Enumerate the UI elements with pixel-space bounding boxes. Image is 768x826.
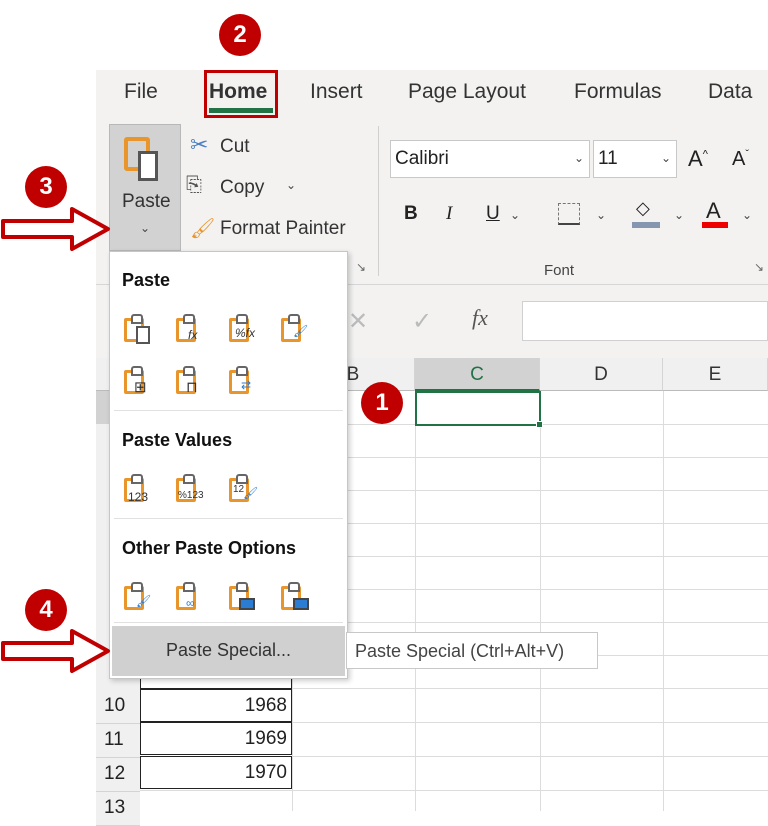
font-size-value: 11 [598, 148, 618, 169]
tab-file[interactable]: File [124, 80, 158, 104]
chevron-down-icon: ⌄ [140, 221, 151, 235]
fill-chevron-icon[interactable]: ⌄ [674, 208, 684, 222]
arrow-icon [1, 629, 110, 673]
cancel-icon[interactable]: ✕ [348, 307, 368, 336]
keep-source-formatting-icon[interactable]: 🖌 [279, 314, 311, 346]
column-header-e[interactable]: E [663, 358, 768, 391]
paste-dropdown-menu: Paste fx %fx 🖌 ⊞ ⊓ ⇄ Paste Values 123 %1… [109, 251, 348, 679]
chevron-down-icon: ⌄ [660, 151, 671, 165]
fill-color-button[interactable]: ◇ [636, 198, 650, 219]
font-name-value: Calibri [395, 148, 449, 169]
paste-button[interactable]: Paste ⌄ [109, 124, 181, 251]
formulas-icon[interactable]: fx [174, 314, 206, 346]
increase-font-size-button[interactable]: A^ [688, 146, 708, 172]
cell-a11[interactable]: 1969 [140, 722, 292, 755]
other-paste-options-heading: Other Paste Options [122, 538, 297, 558]
copy-icon: ⎘ [186, 174, 202, 196]
shrink-font-icon: A [732, 148, 746, 170]
paste-section-heading: Paste [122, 270, 171, 290]
enter-icon[interactable]: ✓ [412, 307, 432, 336]
tab-insert[interactable]: Insert [310, 80, 363, 104]
step-badge-4: 4 [25, 589, 67, 631]
home-highlight-box [204, 70, 278, 118]
values-source-formatting-icon[interactable]: 12 🖌 [227, 474, 259, 506]
borders-button[interactable] [558, 203, 580, 225]
tab-formulas[interactable]: Formulas [574, 80, 662, 104]
italic-button[interactable]: I [446, 203, 452, 225]
paste-special-menu-item[interactable]: Paste Special... [112, 626, 345, 676]
paste-icon[interactable] [122, 314, 154, 346]
divider [114, 622, 343, 623]
paste-label: Paste [122, 191, 171, 212]
font-group-label: Font [544, 262, 575, 279]
paste-link-icon[interactable]: ∞ [174, 582, 206, 614]
font-size-dropdown[interactable]: 11 ⌄ [593, 140, 677, 178]
cell-a12[interactable]: 1970 [140, 756, 292, 789]
step-badge-1: 1 [361, 382, 403, 424]
tab-page-layout[interactable]: Page Layout [408, 80, 526, 104]
copy-chevron-icon[interactable]: ⌄ [286, 178, 296, 192]
transpose-icon[interactable]: ⇄ [227, 366, 259, 398]
fill-handle[interactable] [536, 421, 543, 428]
font-color-swatch [702, 222, 728, 228]
cut-button[interactable]: Cut [220, 136, 250, 158]
borders-chevron-icon[interactable]: ⌄ [596, 208, 606, 222]
paste-special-tooltip: Paste Special (Ctrl+Alt+V) [346, 632, 598, 669]
chevron-down-icon: ⌄ [573, 151, 584, 165]
divider [114, 410, 343, 411]
font-color-chevron-icon[interactable]: ⌄ [742, 208, 752, 222]
insert-function-icon[interactable]: fx [472, 305, 488, 331]
font-launcher-icon[interactable]: ↘ [754, 260, 764, 274]
tab-data[interactable]: Data [708, 80, 752, 104]
page-icon [138, 151, 158, 181]
copy-button[interactable]: Copy [220, 177, 264, 199]
values-number-format-icon[interactable]: %123 [174, 474, 206, 506]
paste-values-heading: Paste Values [122, 430, 233, 450]
row-header-13[interactable]: 13 [96, 792, 140, 826]
formula-input[interactable] [522, 301, 768, 341]
format-painter-icon: 🖌 [190, 218, 216, 240]
clipboard-launcher-icon[interactable]: ↘ [356, 260, 366, 274]
row-header-12[interactable]: 12 [96, 758, 140, 792]
no-borders-icon[interactable]: ⊞ [122, 366, 154, 398]
selected-cell-c1[interactable] [415, 391, 543, 428]
divider [114, 518, 343, 519]
font-name-dropdown[interactable]: Calibri ⌄ [390, 140, 590, 178]
decrease-font-size-button[interactable]: Aˇ [732, 148, 749, 171]
column-header-c[interactable]: C [415, 358, 540, 391]
format-painter-button[interactable]: Format Painter [220, 218, 346, 240]
row-header-10[interactable]: 10 [96, 690, 140, 724]
formatting-icon[interactable]: 🖌 [122, 582, 154, 614]
step-badge-3: 3 [25, 166, 67, 208]
arrow-icon [1, 207, 110, 251]
values-icon[interactable]: 123 [122, 474, 154, 506]
cell-a10[interactable]: 1968 [140, 689, 292, 722]
fill-color-swatch [632, 222, 660, 228]
underline-chevron-icon[interactable]: ⌄ [510, 208, 520, 222]
picture-icon[interactable] [227, 582, 259, 614]
bold-button[interactable]: B [404, 203, 418, 225]
formulas-number-format-icon[interactable]: %fx [227, 314, 259, 346]
linked-picture-icon[interactable] [279, 582, 311, 614]
column-header-d[interactable]: D [540, 358, 663, 391]
underline-button[interactable]: U [486, 203, 500, 225]
keep-column-widths-icon[interactable]: ⊓ [174, 366, 206, 398]
font-color-button[interactable]: A [706, 198, 721, 224]
scissors-icon: ✂ [190, 132, 209, 157]
row-header-11[interactable]: 11 [96, 724, 140, 758]
grow-font-icon: A [688, 146, 703, 171]
divider [378, 126, 379, 276]
step-badge-2: 2 [219, 14, 261, 56]
